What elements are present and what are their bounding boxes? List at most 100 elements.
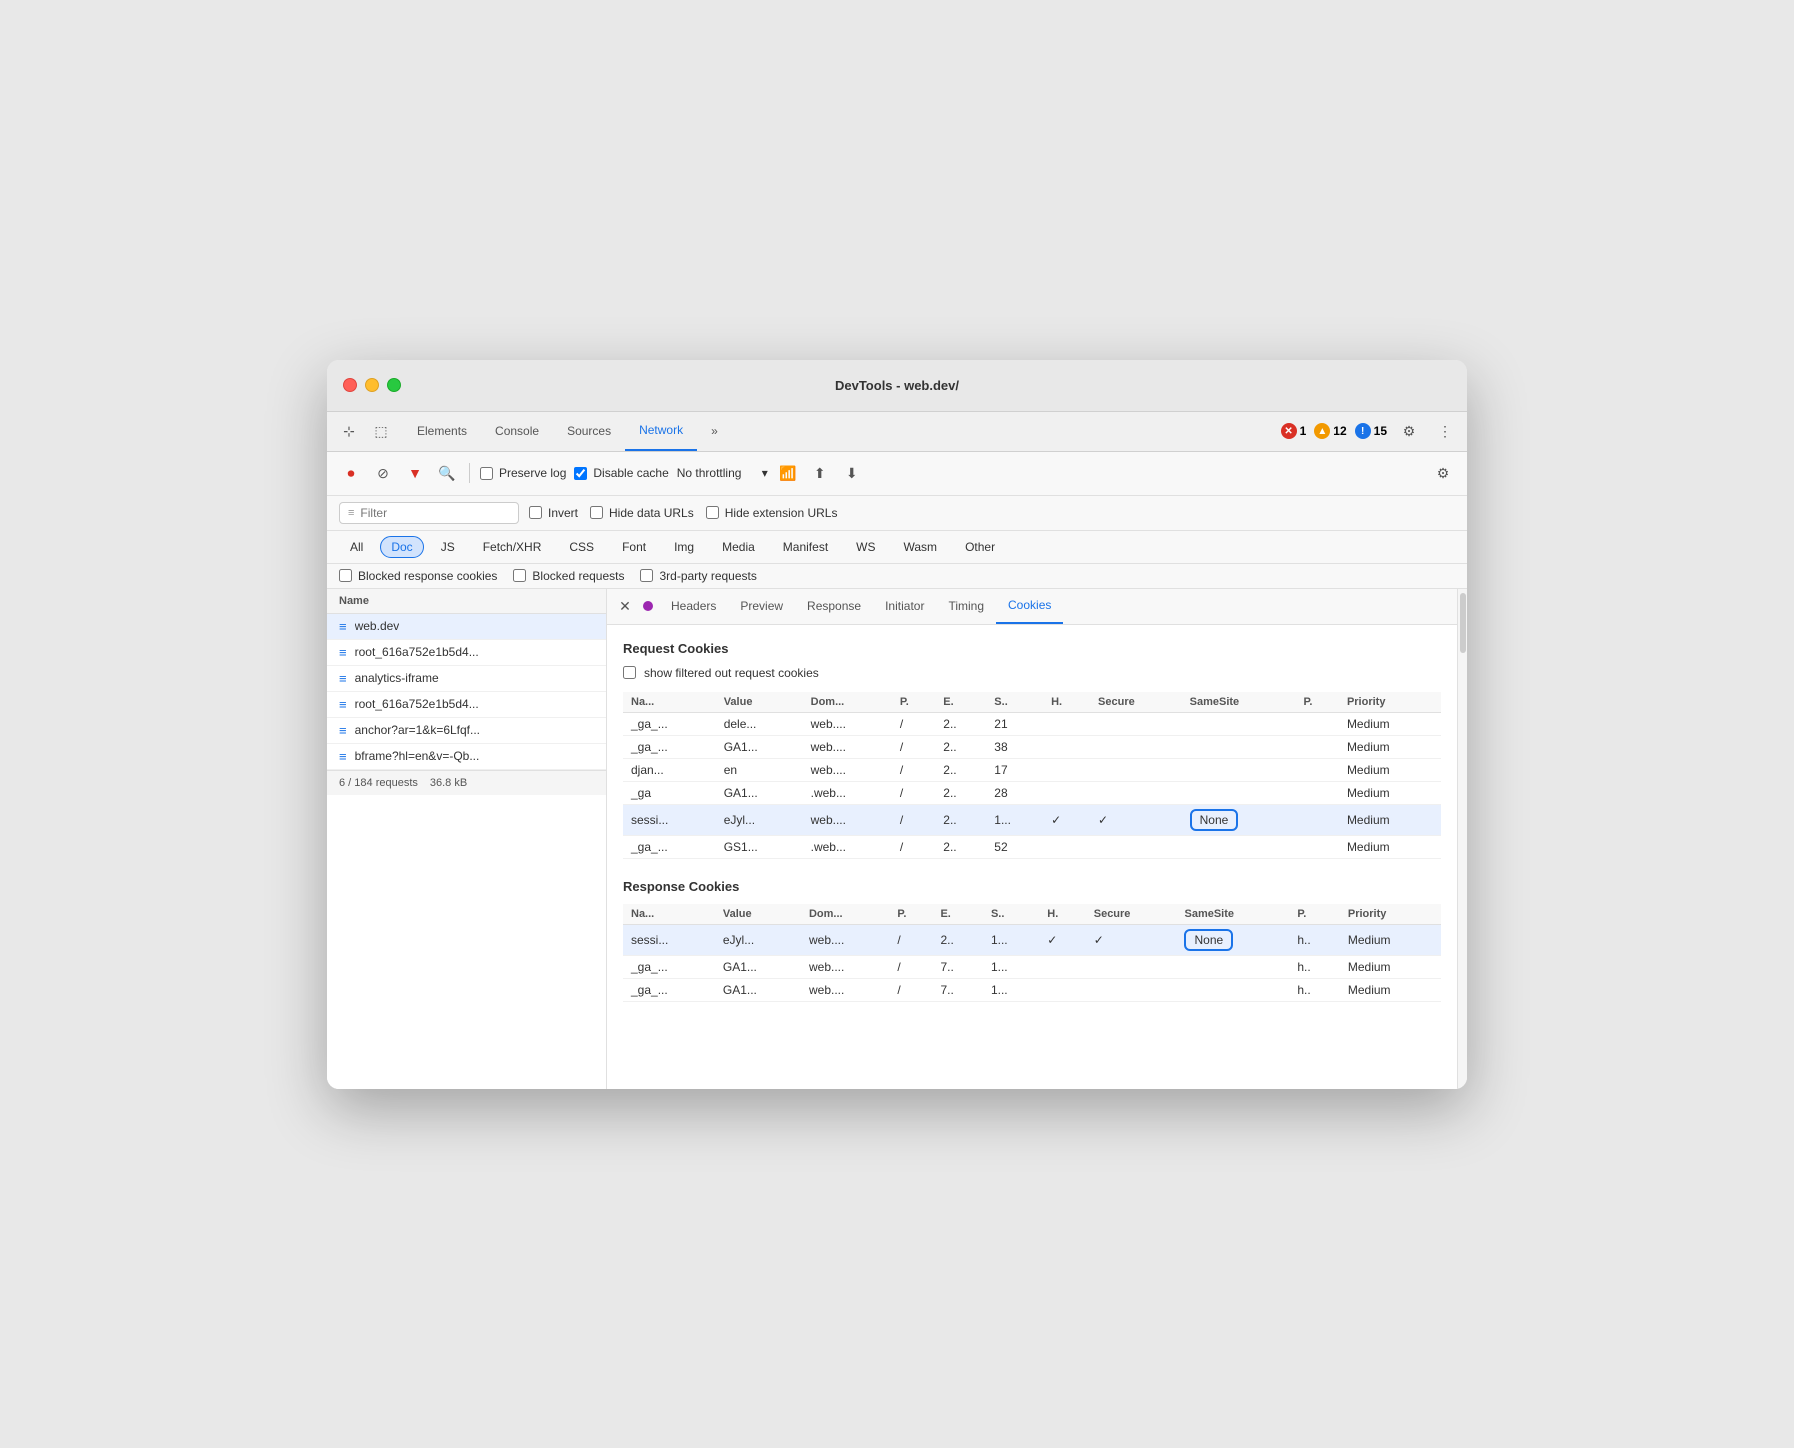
req-cell-0-0: _ga_... (623, 712, 716, 735)
settings-icon[interactable]: ⚙ (1395, 417, 1423, 445)
resp-col-size: S.. (983, 904, 1039, 925)
show-filtered-checkbox[interactable] (623, 666, 636, 679)
detail-tab-initiator[interactable]: Initiator (873, 589, 936, 625)
info-icon: ! (1355, 423, 1371, 439)
file-list-header: Name (327, 589, 606, 614)
preserve-log-label[interactable]: Preserve log (480, 466, 566, 480)
file-icon-5: ≡ (339, 749, 347, 764)
file-item-5[interactable]: ≡ bframe?hl=en&v=-Qb... (327, 744, 606, 770)
type-btn-ws[interactable]: WS (845, 536, 886, 558)
search-icon[interactable]: 🔍 (435, 461, 459, 485)
dock-icon[interactable]: ⬚ (367, 417, 395, 445)
detail-tab-preview[interactable]: Preview (728, 589, 795, 625)
tab-more[interactable]: » (697, 411, 732, 451)
file-item-3[interactable]: ≡ root_616a752e1b5d4... (327, 692, 606, 718)
detail-tab-cookies[interactable]: Cookies (996, 589, 1063, 625)
throttle-select[interactable]: No throttling (677, 466, 758, 480)
disable-cache-label[interactable]: Disable cache (574, 466, 668, 480)
resp-cell-2-2: web.... (801, 978, 889, 1001)
detail-tab-response[interactable]: Response (795, 589, 873, 625)
type-btn-js[interactable]: JS (430, 536, 466, 558)
req-cell-0-samesite (1182, 712, 1296, 735)
file-list-footer: 6 / 184 requests 36.8 kB (327, 770, 606, 795)
preserve-log-checkbox[interactable] (480, 467, 493, 480)
download-icon[interactable]: ⬇ (840, 461, 864, 485)
req-cell-2-5: 17 (986, 758, 1043, 781)
col-priority: Priority (1339, 692, 1441, 713)
disable-cache-checkbox[interactable] (574, 467, 587, 480)
third-party-label[interactable]: 3rd-party requests (640, 569, 756, 583)
response-cookie-row-2[interactable]: _ga_...GA1...web..../7..1...h..Medium (623, 978, 1441, 1001)
resp-cell-0-1: eJyl... (715, 924, 801, 955)
response-cookie-row-1[interactable]: _ga_...GA1...web..../7..1...h..Medium (623, 955, 1441, 978)
main-tabs: Elements Console Sources Network » (403, 411, 1281, 451)
request-cookie-row-0[interactable]: _ga_...dele...web..../2..21Medium (623, 712, 1441, 735)
req-cell-5-priority: Medium (1339, 835, 1441, 858)
tab-network[interactable]: Network (625, 411, 697, 451)
req-cell-4-priority: Medium (1339, 804, 1441, 835)
type-btn-wasm[interactable]: Wasm (893, 536, 949, 558)
detail-close-icon[interactable]: ✕ (615, 596, 635, 616)
request-cookie-row-1[interactable]: _ga_...GA1...web..../2..38Medium (623, 735, 1441, 758)
record-stop-icon[interactable]: ⏺ (339, 461, 363, 485)
col-expires: E. (935, 692, 986, 713)
wifi-icon[interactable]: 📶 (776, 461, 800, 485)
detail-tab-timing[interactable]: Timing (936, 589, 996, 625)
upload-icon[interactable]: ⬆ (808, 461, 832, 485)
response-cookie-row-0[interactable]: sessi...eJyl...web..../2..1...✓✓Noneh..M… (623, 924, 1441, 955)
hide-ext-urls-checkbox[interactable] (706, 506, 719, 519)
blocked-requests-checkbox[interactable] (513, 569, 526, 582)
type-btn-other[interactable]: Other (954, 536, 1006, 558)
resp-cell-0-6: ✓ (1039, 924, 1085, 955)
blocked-cookies-label[interactable]: Blocked response cookies (339, 569, 497, 583)
scrollbar-thumb (1460, 593, 1466, 653)
type-btn-img[interactable]: Img (663, 536, 705, 558)
col-samesite: SameSite (1182, 692, 1296, 713)
invert-checkbox[interactable] (529, 506, 542, 519)
request-cookie-row-4[interactable]: sessi...eJyl...web..../2..1...✓✓NoneMedi… (623, 804, 1441, 835)
type-btn-fetchxhr[interactable]: Fetch/XHR (472, 536, 553, 558)
invert-label[interactable]: Invert (529, 506, 578, 520)
req-cell-2-7 (1090, 758, 1182, 781)
type-btn-media[interactable]: Media (711, 536, 766, 558)
filter-input-icon: ≡ (348, 507, 354, 519)
file-item-2[interactable]: ≡ analytics-iframe (327, 666, 606, 692)
minimize-button[interactable] (365, 378, 379, 392)
type-btn-doc[interactable]: Doc (380, 536, 423, 558)
request-cookie-row-5[interactable]: _ga_...GS1....web.../2..52Medium (623, 835, 1441, 858)
tab-sources[interactable]: Sources (553, 411, 625, 451)
resp-cell-2-6 (1039, 978, 1085, 1001)
type-btn-all[interactable]: All (339, 536, 374, 558)
maximize-button[interactable] (387, 378, 401, 392)
file-item-1[interactable]: ≡ root_616a752e1b5d4... (327, 640, 606, 666)
blocked-requests-label[interactable]: Blocked requests (513, 569, 624, 583)
filter-input[interactable] (360, 506, 500, 520)
file-item-0[interactable]: ≡ web.dev (327, 614, 606, 640)
request-cookie-row-3[interactable]: _gaGA1....web.../2..28Medium (623, 781, 1441, 804)
detail-scrollbar[interactable] (1457, 589, 1467, 1089)
hide-ext-urls-label[interactable]: Hide extension URLs (706, 506, 838, 520)
blocked-cookies-checkbox[interactable] (339, 569, 352, 582)
req-cell-3-samesite (1182, 781, 1296, 804)
devtools-panel: ⊹ ⬚ Elements Console Sources Network » ✕… (327, 412, 1467, 1089)
filter-icon[interactable]: ▼ (403, 461, 427, 485)
tab-elements[interactable]: Elements (403, 411, 481, 451)
close-button[interactable] (343, 378, 357, 392)
type-btn-manifest[interactable]: Manifest (772, 536, 839, 558)
tab-console[interactable]: Console (481, 411, 553, 451)
req-cell-1-3: / (892, 735, 935, 758)
hide-data-urls-label[interactable]: Hide data URLs (590, 506, 694, 520)
more-options-icon[interactable]: ⋮ (1431, 417, 1459, 445)
detail-tabs: ✕ Headers Preview Response Initiator Tim… (607, 589, 1457, 625)
clear-icon[interactable]: ⊘ (371, 461, 395, 485)
detail-tab-headers[interactable]: Headers (659, 589, 728, 625)
file-item-4[interactable]: ≡ anchor?ar=1&k=6Lfqf... (327, 718, 606, 744)
req-cell-5-1: GS1... (716, 835, 803, 858)
third-party-checkbox[interactable] (640, 569, 653, 582)
hide-data-urls-checkbox[interactable] (590, 506, 603, 519)
request-cookie-row-2[interactable]: djan...enweb..../2..17Medium (623, 758, 1441, 781)
network-settings-icon[interactable]: ⚙ (1431, 461, 1455, 485)
type-btn-css[interactable]: CSS (558, 536, 605, 558)
type-btn-font[interactable]: Font (611, 536, 657, 558)
cursor-icon[interactable]: ⊹ (335, 417, 363, 445)
